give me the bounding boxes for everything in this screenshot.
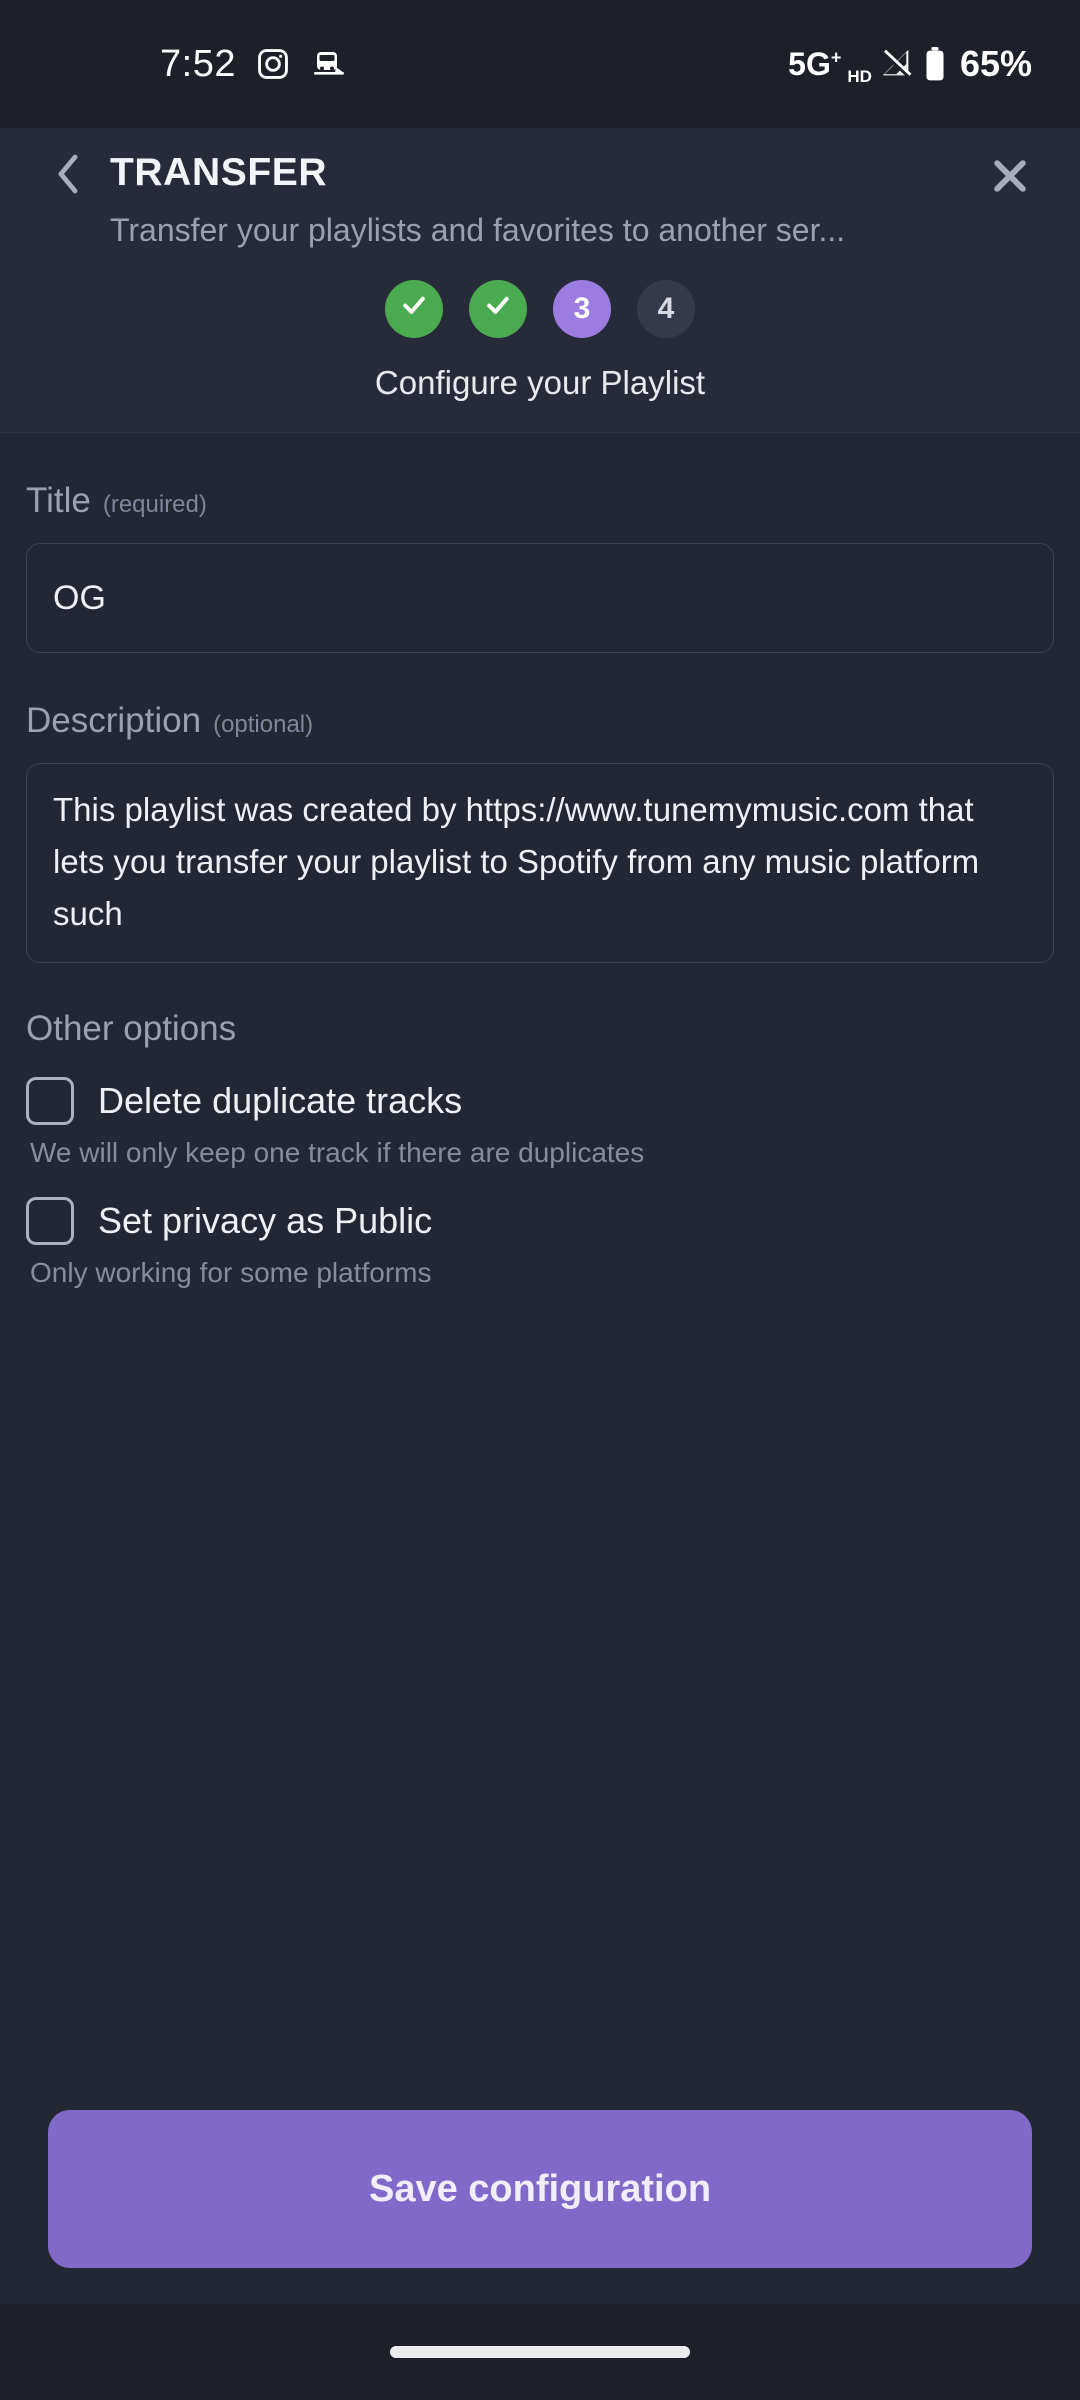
train-icon — [310, 49, 348, 79]
description-textarea-value: This playlist was created by https://www… — [53, 791, 989, 932]
step-3-current[interactable]: 3 — [553, 280, 611, 338]
status-bar-right: 5G+ HD 65% — [788, 41, 1032, 87]
step-1-complete[interactable] — [385, 280, 443, 338]
set-public-checkbox[interactable] — [26, 1197, 74, 1245]
chevron-left-icon — [51, 151, 85, 202]
system-navigation-bar — [0, 2304, 1080, 2400]
title-label-text: Title — [26, 481, 91, 520]
step-indicator: 3 4 — [40, 280, 1040, 338]
set-public-label: Set privacy as Public — [98, 1200, 433, 1241]
title-field-label: Title (required) — [26, 481, 1054, 521]
header-title-block: TRANSFER Transfer your playlists and fav… — [96, 146, 1040, 254]
step-2-complete[interactable] — [469, 280, 527, 338]
title-input[interactable]: OG — [26, 543, 1054, 653]
description-label-text: Description — [26, 701, 202, 740]
save-configuration-button[interactable]: Save configuration — [48, 2110, 1032, 2268]
other-options-label: Other options — [26, 1009, 237, 1048]
status-bar: 7:52 5G+ HD 65% — [0, 0, 1080, 128]
signal-bars-icon — [880, 47, 914, 81]
status-bar-left: 7:52 — [160, 43, 348, 86]
home-indicator[interactable] — [390, 2346, 690, 2358]
delete-duplicates-checkbox[interactable] — [26, 1077, 74, 1125]
battery-percent-label: 65% — [959, 43, 1032, 84]
set-public-description: Only working for some platforms — [30, 1257, 432, 1288]
close-button[interactable] — [980, 148, 1040, 208]
description-textarea[interactable]: This playlist was created by https://www… — [26, 763, 1054, 963]
option-delete-duplicates-row[interactable]: Delete duplicate tracks — [26, 1077, 1054, 1125]
close-icon — [988, 154, 1032, 203]
description-optional-hint: (optional) — [213, 711, 314, 738]
check-icon — [483, 290, 513, 328]
page-subtitle: Transfer your playlists and favorites to… — [110, 212, 846, 248]
step-caption: Configure your Playlist — [374, 364, 706, 401]
instagram-icon — [256, 47, 290, 81]
back-button[interactable] — [40, 148, 96, 204]
option-set-public-row[interactable]: Set privacy as Public — [26, 1197, 1054, 1245]
hd-label: HD — [847, 67, 872, 86]
delete-duplicates-label: Delete duplicate tracks — [98, 1080, 463, 1121]
delete-duplicates-description: We will only keep one track if there are… — [30, 1137, 645, 1168]
battery-icon — [924, 47, 946, 81]
step-4-pending[interactable]: 4 — [637, 280, 695, 338]
header-top-row: TRANSFER Transfer your playlists and fav… — [40, 146, 1040, 254]
check-icon — [399, 290, 429, 328]
app-header: TRANSFER Transfer your playlists and fav… — [0, 128, 1080, 432]
title-required-hint: (required) — [102, 491, 207, 518]
form-content: Title (required) OG Description (optiona… — [0, 433, 1080, 2110]
app-screen: 7:52 5G+ HD 65% TRANSFER Transfer your p… — [0, 0, 1080, 2400]
footer-actions: Save configuration — [0, 2110, 1080, 2304]
status-clock: 7:52 — [160, 42, 236, 85]
network-type-label: 5G+ — [788, 45, 842, 82]
page-title: TRANSFER — [110, 151, 328, 194]
description-field-label: Description (optional) — [26, 701, 1054, 741]
